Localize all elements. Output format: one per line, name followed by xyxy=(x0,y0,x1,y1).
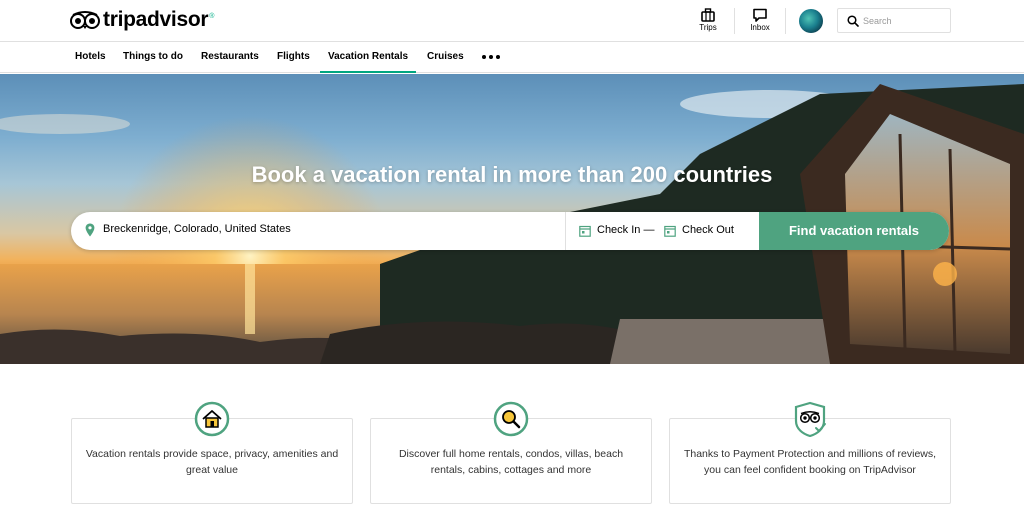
tripadvisor-logo[interactable]: tripadvisor ® xyxy=(70,8,214,32)
message-bubble-icon xyxy=(753,8,767,22)
registered-mark: ® xyxy=(209,12,215,20)
location-input[interactable]: Breckenridge, Colorado, United States xyxy=(103,223,291,235)
nav-vacation-rentals[interactable]: Vacation Rentals xyxy=(320,42,417,73)
nav-hotels[interactable]: Hotels xyxy=(75,42,106,73)
location-pin-icon xyxy=(85,223,95,237)
check-out-field[interactable]: Check Out xyxy=(682,224,734,236)
suitcase-icon xyxy=(701,8,715,22)
calendar-icon xyxy=(664,225,676,237)
search-icon xyxy=(847,15,859,27)
nav-restaurants[interactable]: Restaurants xyxy=(201,42,259,73)
magnifier-icon xyxy=(493,401,529,437)
rental-search-bar: Breckenridge, Colorado, United States Ch… xyxy=(71,212,949,250)
logo-text: tripadvisor xyxy=(103,8,209,31)
feature-text: Thanks to Payment Protection and million… xyxy=(683,448,937,476)
nav-cruises[interactable]: Cruises xyxy=(427,42,464,73)
calendar-icon xyxy=(579,225,591,237)
feature-text: Vacation rentals provide space, privacy,… xyxy=(85,448,339,476)
trips-label: Trips xyxy=(699,23,717,32)
find-vacation-rentals-button[interactable]: Find vacation rentals xyxy=(759,212,949,250)
inbox-label: Inbox xyxy=(750,23,770,32)
date-separator xyxy=(565,212,566,250)
feature-text: Discover full home rentals, condos, vill… xyxy=(398,448,624,476)
search-input[interactable] xyxy=(863,13,947,29)
check-in-field[interactable]: Check In — xyxy=(597,224,654,236)
nav-flights[interactable]: Flights xyxy=(277,42,310,73)
header-search[interactable] xyxy=(837,8,951,33)
nav-things-to-do[interactable]: Things to do xyxy=(123,42,183,73)
hero-title: Book a vacation rental in more than 200 … xyxy=(251,162,773,187)
more-dots-icon[interactable] xyxy=(482,55,500,59)
header-divider xyxy=(734,8,735,34)
shield-owl-icon xyxy=(794,401,826,437)
header-divider xyxy=(785,8,786,34)
main-nav: Hotels Things to do Restaurants Flights … xyxy=(0,42,1024,73)
hero-banner: Book a vacation rental in more than 200 … xyxy=(0,74,1024,364)
trips-button[interactable]: Trips xyxy=(688,8,728,36)
house-icon xyxy=(194,401,230,437)
inbox-button[interactable]: Inbox xyxy=(740,8,780,36)
top-header: tripadvisor ® Trips Inbox xyxy=(0,0,1024,42)
owl-logo-icon xyxy=(70,11,100,29)
avatar[interactable] xyxy=(799,9,823,33)
